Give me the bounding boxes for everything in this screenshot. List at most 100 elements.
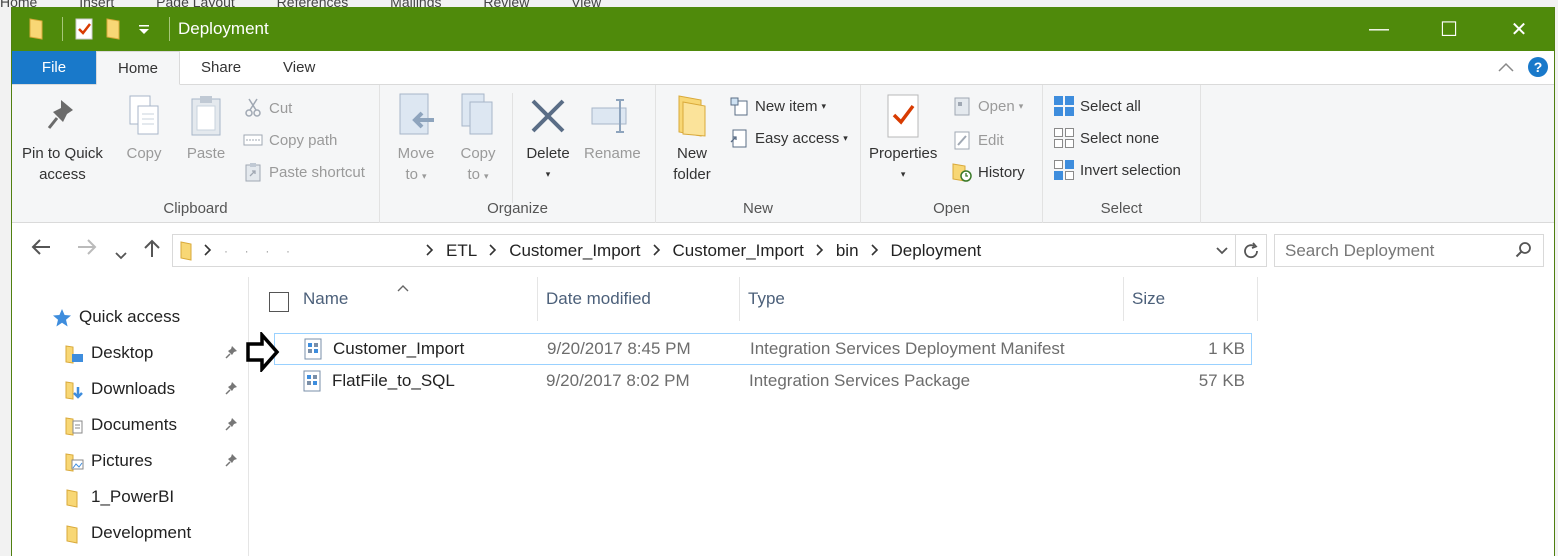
customize-toolbar-icon[interactable]	[131, 16, 157, 42]
rename-button[interactable]: Rename	[584, 91, 641, 164]
pin-to-quick-access-button[interactable]: Pin to Quick access	[22, 91, 103, 185]
nav-downloads[interactable]: Downloads	[64, 374, 175, 404]
open-button[interactable]: Open ▾	[951, 93, 1023, 119]
address-dropdown-icon[interactable]	[1209, 246, 1235, 255]
annotation-arrow-icon	[246, 330, 280, 377]
breadcrumb-separator-icon[interactable]	[489, 243, 497, 259]
nav-pictures[interactable]: Pictures	[64, 446, 152, 476]
copy-label: Copy	[126, 145, 162, 162]
properties-label: Properties	[869, 145, 938, 162]
easy-access-icon	[728, 127, 750, 149]
quick-access-toolbar	[12, 7, 178, 51]
column-size[interactable]: Size	[1124, 277, 1258, 321]
paste-button[interactable]: Paste	[184, 91, 228, 164]
search-input[interactable]: Search Deployment	[1274, 234, 1544, 267]
minimize-button[interactable]: —	[1344, 7, 1414, 51]
new-folder-button[interactable]: New folder	[670, 91, 714, 185]
breadcrumb-separator-icon[interactable]	[816, 243, 824, 259]
new-item-button[interactable]: New item ▾	[728, 93, 826, 119]
tab-file[interactable]: File	[12, 51, 96, 84]
column-date-modified[interactable]: Date modified	[538, 277, 740, 321]
easy-access-button[interactable]: Easy access ▾	[728, 125, 848, 151]
nav-item-label: Documents	[91, 415, 177, 434]
new-folder-icon[interactable]	[101, 16, 127, 42]
copy-to-button[interactable]: Copy to ▾	[456, 91, 500, 187]
paste-shortcut-button[interactable]: Paste shortcut	[242, 159, 365, 185]
copy-path-button[interactable]: Copy path	[242, 127, 337, 153]
recent-locations-icon[interactable]	[115, 243, 127, 266]
select-all-button[interactable]: Select all	[1053, 93, 1141, 119]
pin-icon[interactable]	[225, 345, 239, 362]
back-arrow-icon[interactable]	[30, 238, 52, 262]
nav-development[interactable]: Development	[64, 518, 191, 548]
window-controls: — ☐ ✕	[1344, 7, 1554, 51]
refresh-icon[interactable]	[1236, 241, 1266, 260]
move-to-button[interactable]: Move to ▾	[394, 91, 438, 187]
ribbon-tabs: File Home Share View ?	[12, 51, 1554, 85]
dropdown-caret-icon: ▾	[483, 171, 489, 181]
tab-home[interactable]: Home	[96, 51, 181, 85]
tab-share[interactable]: Share	[180, 51, 262, 84]
folder-icon	[180, 240, 194, 261]
nav-item-label: 1_PowerBI	[91, 487, 175, 506]
new-folder-label-line2: folder	[673, 166, 711, 183]
column-type[interactable]: Type	[740, 277, 1124, 321]
pin-icon[interactable]	[225, 417, 239, 434]
cut-button[interactable]: Cut	[242, 95, 292, 121]
breadcrumb-item[interactable]: Customer_Import	[673, 241, 804, 261]
invert-selection-label: Invert selection	[1080, 161, 1181, 179]
breadcrumb-separator-icon[interactable]	[652, 243, 661, 259]
breadcrumb-separator-icon[interactable]	[204, 243, 212, 259]
delete-icon	[526, 91, 570, 141]
nav-1-powerbi[interactable]: 1_PowerBI	[64, 482, 174, 512]
column-name[interactable]: Name	[295, 277, 538, 321]
paste-shortcut-icon	[242, 161, 264, 183]
select-all-checkbox[interactable]	[269, 292, 289, 312]
properties-icon[interactable]	[71, 16, 97, 42]
forward-arrow-icon[interactable]	[76, 238, 98, 262]
rename-label: Rename	[584, 145, 641, 162]
table-row[interactable]: FlatFile_to_SQL 9/20/2017 8:02 PM Integr…	[274, 366, 1252, 398]
file-list: Name Date modified Type Size Customer_Im…	[246, 277, 1556, 556]
history-button[interactable]: History	[951, 159, 1025, 185]
nav-documents[interactable]: Documents	[64, 410, 177, 440]
nav-desktop[interactable]: Desktop	[64, 338, 153, 368]
breadcrumb-separator-icon[interactable]	[870, 243, 879, 259]
open-label: Open	[978, 97, 1015, 115]
pin-icon[interactable]	[225, 381, 239, 398]
ribbon: Pin to Quick access Copy Paste Cut Copy …	[12, 85, 1554, 223]
table-row[interactable]: Customer_Import 9/20/2017 8:45 PM Integr…	[274, 333, 1252, 365]
properties-button[interactable]: Properties ▾	[869, 91, 937, 185]
delete-button[interactable]: Delete ▾	[526, 91, 570, 185]
search-placeholder: Search Deployment	[1285, 240, 1435, 260]
breadcrumb-item[interactable]: Deployment	[891, 241, 982, 261]
select-none-button[interactable]: Select none	[1053, 125, 1159, 151]
breadcrumb-item[interactable]: ETL	[446, 241, 477, 261]
copy-path-icon	[242, 129, 264, 151]
help-icon[interactable]: ?	[1528, 57, 1548, 77]
maximize-button[interactable]: ☐	[1414, 7, 1484, 51]
explorer-window: Deployment — ☐ ✕ File Home Share View ? …	[11, 7, 1555, 556]
delete-label: Delete	[526, 145, 570, 162]
address-bar[interactable]: · · · · ETL Customer_Import Customer_Imp…	[172, 234, 1267, 267]
redacted-path: · · · ·	[224, 243, 290, 258]
nav-quick-access[interactable]: Quick access	[52, 302, 180, 332]
pin-icon[interactable]	[225, 453, 239, 470]
breadcrumb-item[interactable]: Customer_Import	[509, 241, 640, 261]
new-group: New folder New item ▾ Easy access ▾ New	[656, 85, 861, 223]
breadcrumb-item[interactable]: bin	[836, 241, 859, 261]
nav-item-label: Development	[91, 523, 192, 542]
organize-group-label: Organize	[487, 200, 548, 217]
up-arrow-icon[interactable]	[142, 238, 162, 264]
edit-button[interactable]: Edit	[951, 127, 1004, 153]
tab-view[interactable]: View	[262, 51, 336, 84]
collapse-ribbon-icon[interactable]	[1498, 59, 1514, 75]
search-icon[interactable]	[1515, 241, 1533, 264]
copy-icon	[122, 91, 166, 141]
invert-selection-button[interactable]: Invert selection	[1053, 157, 1181, 183]
select-group: Select all Select none Invert selection …	[1043, 85, 1201, 223]
close-button[interactable]: ✕	[1484, 7, 1554, 51]
copy-button[interactable]: Copy	[122, 91, 166, 164]
select-all-label: Select all	[1080, 97, 1141, 115]
breadcrumb-separator-icon[interactable]	[426, 243, 434, 259]
